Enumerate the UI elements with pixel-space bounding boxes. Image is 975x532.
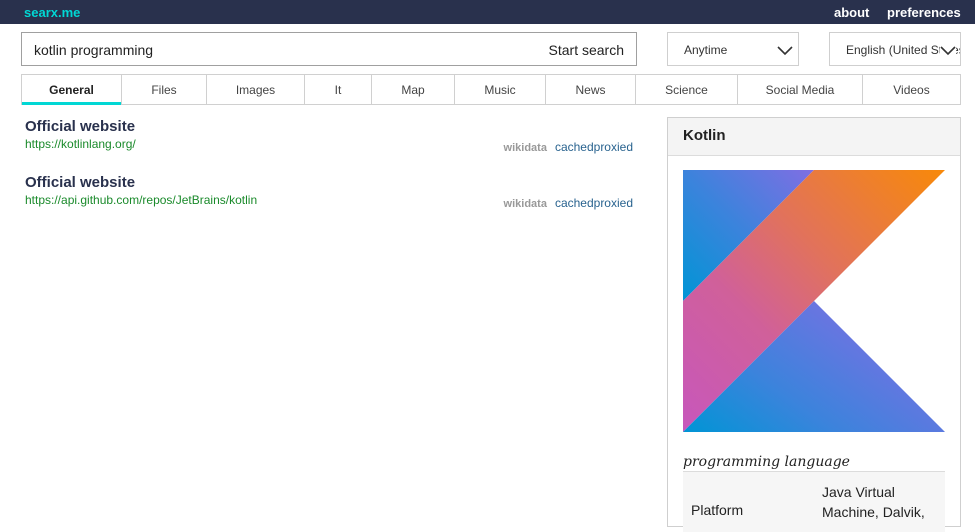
attribute-key: Platform (691, 502, 744, 518)
cached-link[interactable]: cached (555, 140, 594, 154)
top-bar: searx.me about preferences (0, 0, 975, 24)
tab-it[interactable]: It (305, 75, 372, 104)
attribute-value: Java Virtual Machine, Dalvik, (822, 484, 925, 520)
tab-images[interactable]: Images (207, 75, 305, 104)
result-actions: wikidata cachedproxied (504, 196, 633, 210)
result-item: Official website https://kotlinlang.org/… (25, 118, 635, 154)
tab-music[interactable]: Music (455, 75, 546, 104)
infobox-title: Kotlin (668, 118, 960, 156)
category-tabs: General Files Images It Map Music News S… (21, 74, 961, 105)
infobox-subtitle: programming language (683, 454, 850, 470)
cached-link[interactable]: cached (555, 196, 594, 210)
tab-videos[interactable]: Videos (863, 75, 960, 104)
proxied-link[interactable]: proxied (594, 140, 633, 154)
preferences-link[interactable]: preferences (887, 5, 961, 20)
result-title-link[interactable]: Official website (25, 118, 635, 135)
chevron-down-icon (940, 42, 956, 58)
tab-science[interactable]: Science (636, 75, 738, 104)
result-engine: wikidata (503, 142, 547, 154)
result-actions: wikidata cachedproxied (504, 140, 633, 154)
time-range-select[interactable]: Anytime (667, 32, 799, 66)
search-form: kotlin programming Start search (21, 32, 637, 66)
brand-link[interactable]: searx.me (24, 5, 80, 20)
proxied-link[interactable]: proxied (594, 196, 633, 210)
language-select[interactable]: English (United States) (829, 32, 961, 66)
result-engine: wikidata (503, 198, 547, 210)
result-title-link[interactable]: Official website (25, 174, 635, 191)
time-range-value: Anytime (684, 43, 728, 57)
tab-map[interactable]: Map (372, 75, 455, 104)
start-search-button[interactable]: Start search (549, 42, 624, 58)
tab-files[interactable]: Files (122, 75, 207, 104)
kotlin-logo-icon (683, 170, 945, 432)
search-input[interactable]: kotlin programming (34, 42, 153, 58)
infobox-attributes: Platform Java Virtual Machine, Dalvik, (683, 472, 945, 532)
tab-news[interactable]: News (546, 75, 636, 104)
infobox: Kotlin programming language Platform Jav… (667, 117, 961, 532)
result-item: Official website https://api.github.com/… (25, 174, 635, 210)
chevron-down-icon (777, 46, 793, 56)
about-link[interactable]: about (834, 5, 869, 20)
tab-general[interactable]: General (22, 75, 122, 105)
tab-social-media[interactable]: Social Media (738, 75, 863, 104)
